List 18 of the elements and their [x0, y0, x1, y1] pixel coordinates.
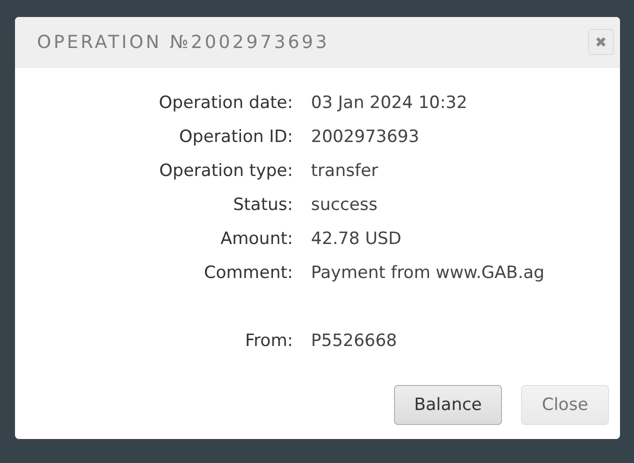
field-label: Status:: [232, 194, 293, 217]
field-value: transfer: [311, 160, 380, 183]
field-value: 2002973693: [311, 126, 420, 149]
field-value: Payment from www.GAB.ag: [311, 262, 546, 285]
field-label: Amount:: [219, 228, 293, 251]
field-value: 03 Jan 2024 10:32: [311, 92, 468, 115]
dialog-title: OPERATION №2002973693: [37, 32, 330, 53]
field-label: From:: [244, 330, 293, 353]
field-label: Operation type:: [158, 160, 293, 183]
field-label: Operation ID:: [178, 126, 293, 149]
field-value: P5526668: [311, 330, 398, 353]
close-button[interactable]: Close: [521, 385, 609, 425]
balance-button[interactable]: Balance: [394, 385, 502, 425]
field-label: Operation date:: [158, 92, 293, 115]
close-button[interactable]: ✖: [588, 28, 614, 54]
field-value: 42.78 USD: [311, 228, 402, 251]
field-value: success: [311, 194, 378, 217]
field-label: Comment:: [202, 262, 293, 285]
